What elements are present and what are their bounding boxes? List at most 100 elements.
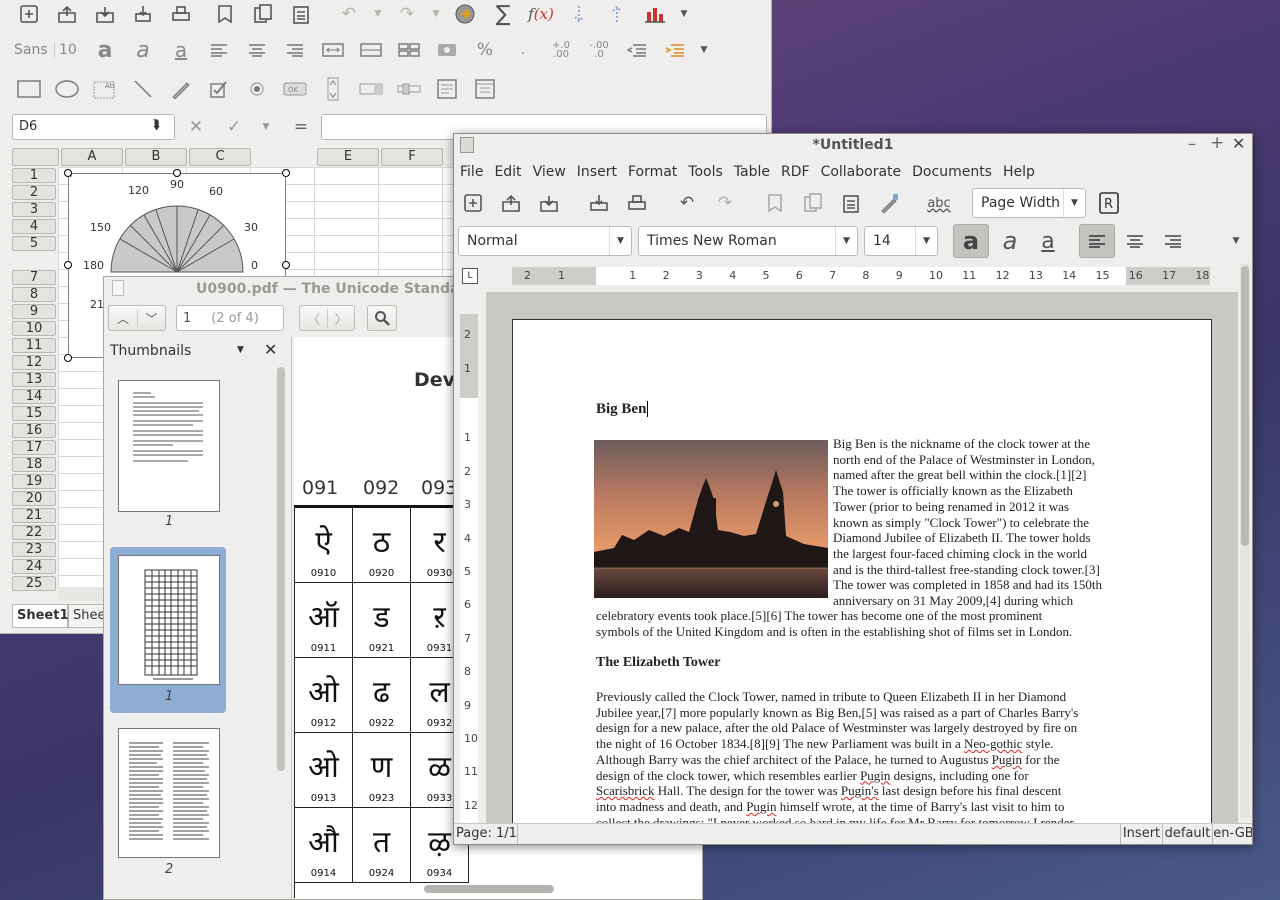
row-header[interactable]: 11 — [12, 338, 56, 353]
sheet-tab-1[interactable]: Sheet1 — [12, 604, 69, 628]
align-center-icon[interactable] — [1117, 224, 1153, 258]
menu-rdf[interactable]: RDF — [781, 164, 810, 180]
next-page-icon[interactable]: ﹀ — [137, 309, 165, 327]
format-overflow-icon[interactable]: ▼ — [1230, 232, 1242, 250]
menu-edit[interactable]: Edit — [494, 164, 521, 180]
decimal-icon[interactable]: . — [508, 35, 538, 65]
paste-icon[interactable] — [286, 0, 316, 29]
delete-decimal-icon[interactable]: -.00.0 — [584, 35, 614, 65]
insert-mode-status[interactable]: Insert — [1120, 824, 1162, 844]
print-icon[interactable] — [166, 0, 196, 29]
maximize-icon[interactable]: + — [1210, 134, 1224, 153]
select-all-corner[interactable] — [12, 148, 59, 166]
font-name-select[interactable]: Times New Roman ▼ — [638, 226, 858, 256]
tower-paragraph[interactable]: Previously called the Clock Tower, named… — [596, 689, 1156, 824]
open-icon[interactable] — [52, 0, 82, 29]
misspelled-word[interactable]: Pugin — [860, 768, 890, 783]
name-box[interactable]: D6 ⮯ — [12, 114, 175, 140]
cancel-formula-icon[interactable]: ✕ — [186, 116, 206, 138]
wrap-text-icon[interactable] — [356, 35, 386, 65]
undo-icon[interactable]: ↶ — [334, 0, 364, 29]
row-header[interactable]: 15 — [12, 406, 56, 421]
misspelled-word[interactable]: Pugin's — [841, 783, 879, 798]
zoom-dropdown-icon[interactable]: ▼ — [1063, 189, 1085, 217]
align-right-icon[interactable] — [280, 35, 310, 65]
underline-icon[interactable]: a — [1030, 224, 1066, 258]
radio-control-icon[interactable] — [242, 74, 272, 104]
intro-paragraph-float[interactable]: Big Ben is the nickname of the clock tow… — [833, 436, 1133, 609]
new-document-icon[interactable] — [458, 188, 488, 218]
chart-handle[interactable] — [282, 261, 290, 269]
row-header[interactable]: 22 — [12, 525, 56, 540]
font-name-box[interactable]: Sans — [14, 42, 54, 58]
row-header[interactable]: 24 — [12, 559, 56, 574]
print-icon[interactable] — [622, 188, 652, 218]
big-ben-photo[interactable] — [594, 440, 828, 598]
accept-formula-icon[interactable]: ✓ — [224, 116, 244, 138]
zoom-select[interactable]: Page Width ▼ — [972, 188, 1086, 218]
align-left-icon[interactable] — [204, 35, 234, 65]
thumbnail-page[interactable] — [118, 555, 220, 685]
row-header[interactable]: 17 — [12, 440, 56, 455]
row-header[interactable]: 16 — [12, 423, 56, 438]
menu-tools[interactable]: Tools — [688, 164, 723, 180]
navigator-icon[interactable] — [450, 0, 480, 29]
misspelled-word[interactable]: Neo-gothic — [964, 736, 1022, 751]
menu-insert[interactable]: Insert — [577, 164, 617, 180]
thumbnail-page[interactable] — [118, 728, 220, 858]
menu-collaborate[interactable]: Collaborate — [821, 164, 902, 180]
misspelled-word[interactable]: Scarisbrick — [596, 783, 654, 798]
undo-icon[interactable]: ↶ — [672, 188, 702, 218]
redo-icon[interactable]: ↷ — [392, 0, 422, 29]
page-style-status[interactable]: default — [1162, 824, 1212, 844]
row-header[interactable]: 2 — [12, 185, 56, 200]
combo-box-control-icon[interactable] — [356, 74, 386, 104]
bookmark-icon[interactable] — [760, 188, 790, 218]
align-right-icon[interactable] — [1155, 224, 1191, 258]
copy-icon[interactable] — [798, 188, 828, 218]
align-center-icon[interactable] — [242, 35, 272, 65]
scrollbar-thumb[interactable] — [1241, 266, 1249, 546]
column-header-b[interactable]: B — [125, 148, 187, 166]
row-header[interactable]: 20 — [12, 491, 56, 506]
vertical-ruler[interactable]: 2 1 1 2 3 4 5 6 7 8 9 10 11 12 — [460, 314, 478, 824]
italic-icon[interactable]: a — [128, 35, 158, 65]
sort-descending-icon[interactable] — [564, 0, 594, 29]
function-icon[interactable]: f (x) — [526, 0, 556, 29]
chart-handle[interactable] — [173, 169, 181, 177]
underline-icon[interactable]: a — [166, 35, 196, 65]
menu-help[interactable]: Help — [1003, 164, 1035, 180]
intro-paragraph-continued[interactable]: celebratory events took place.[5][6] The… — [596, 608, 1156, 639]
row-header[interactable]: 25 — [12, 576, 56, 591]
menu-table[interactable]: Table — [734, 164, 770, 180]
font-size-box[interactable]: 10 — [54, 42, 90, 58]
split-cells-icon[interactable] — [394, 35, 424, 65]
row-header[interactable]: 14 — [12, 389, 56, 404]
vertical-scrollbar[interactable] — [1240, 264, 1250, 818]
column-header-f[interactable]: F — [381, 148, 443, 166]
bookmark-icon[interactable] — [210, 0, 240, 29]
font-size-select[interactable]: 14 ▼ — [864, 226, 938, 256]
row-header[interactable]: 4 — [12, 219, 56, 234]
document-stats-icon[interactable]: R — [1094, 188, 1124, 218]
bold-icon[interactable]: a — [90, 35, 120, 65]
paste-icon[interactable] — [836, 188, 866, 218]
row-header[interactable]: 8 — [12, 287, 56, 302]
row-header[interactable]: 19 — [12, 474, 56, 489]
chart-handle[interactable] — [282, 169, 290, 177]
paragraph-style-dropdown-icon[interactable]: ▼ — [609, 227, 631, 255]
row-header[interactable]: 7 — [12, 270, 56, 285]
chart-icon[interactable] — [640, 0, 670, 29]
menu-documents[interactable]: Documents — [912, 164, 992, 180]
search-button[interactable] — [367, 305, 397, 331]
language-status[interactable]: en-GB — [1212, 824, 1252, 844]
row-header[interactable]: 21 — [12, 508, 56, 523]
close-sidebar-icon[interactable]: ✕ — [264, 340, 277, 359]
font-name-dropdown-icon[interactable]: ▼ — [835, 227, 857, 255]
sum-icon[interactable]: ∑ — [488, 0, 518, 29]
column-header-c[interactable]: C — [189, 148, 251, 166]
close-icon[interactable]: ✕ — [1232, 134, 1245, 153]
sidebar-dropdown-icon[interactable]: ▼ — [237, 345, 244, 355]
row-header[interactable]: 1 — [12, 168, 56, 183]
misspelled-word[interactable]: Pugin — [746, 799, 776, 814]
